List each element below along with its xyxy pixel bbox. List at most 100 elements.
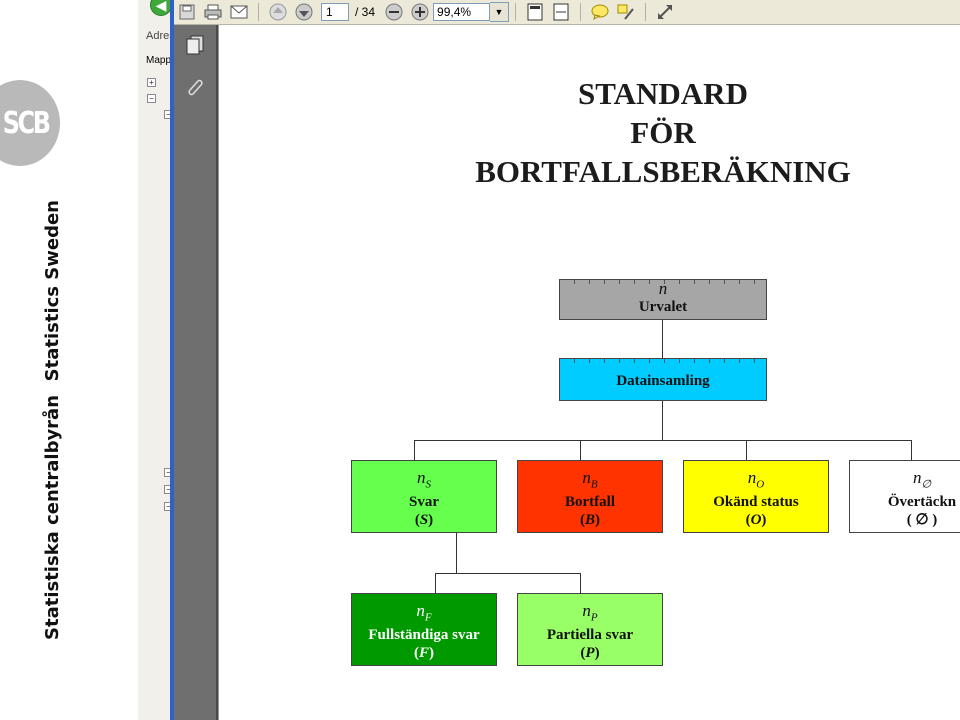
- box-tick-mark: [664, 359, 665, 363]
- connector-line: [580, 573, 581, 593]
- email-icon[interactable]: [229, 3, 249, 21]
- box-tick-mark: [709, 280, 710, 284]
- connector-line: [435, 573, 436, 593]
- box-tick-mark: [754, 359, 755, 363]
- node-code: (S): [414, 512, 434, 529]
- box-tick-mark: [619, 359, 620, 363]
- node-symbol: n: [658, 279, 668, 298]
- node-label: Bortfall: [565, 494, 615, 511]
- zoom-in-icon[interactable]: [410, 3, 430, 21]
- highlight-icon[interactable]: [616, 3, 636, 21]
- connector-line: [662, 401, 663, 440]
- box-tick-mark: [739, 359, 740, 363]
- node-data-collection: Datainsamling: [559, 358, 767, 401]
- tree-collapse-icon[interactable]: −: [147, 94, 156, 103]
- box-tick-mark: [724, 359, 725, 363]
- connector-line: [911, 440, 912, 460]
- scb-logo: SCB: [0, 80, 60, 166]
- box-tick-mark: [634, 359, 635, 363]
- title-line-2: FÖR: [630, 115, 696, 150]
- connector-line: [746, 440, 747, 460]
- node-overcoverage: n∅ Övertäckn ( ∅ ): [849, 460, 960, 533]
- node-code: (O): [745, 512, 767, 529]
- node-response: nS Svar (S): [351, 460, 497, 533]
- org-name-vertical: Statistiska centralbyrån Statistics Swed…: [42, 200, 63, 640]
- tree-expand-icon[interactable]: +: [147, 78, 156, 87]
- connector-line: [414, 440, 912, 441]
- node-code: ( ∅ ): [906, 512, 938, 529]
- box-tick-mark: [724, 280, 725, 284]
- box-tick-mark: [589, 359, 590, 363]
- scb-logo-text: SCB: [2, 105, 51, 141]
- node-label: Urvalet: [638, 299, 688, 315]
- print-icon[interactable]: [203, 3, 223, 21]
- comment-icon[interactable]: [590, 3, 610, 21]
- box-tick-mark: [649, 280, 650, 284]
- connector-line: [435, 573, 580, 574]
- reader-toolbar: 1 / 34 99,4% ▼: [174, 0, 960, 25]
- box-tick-mark: [694, 359, 695, 363]
- box-tick-mark: [739, 280, 740, 284]
- node-symbol: nB: [582, 468, 598, 491]
- box-tick-mark: [604, 359, 605, 363]
- node-label: Svar: [409, 494, 439, 511]
- fit-page-icon[interactable]: [525, 3, 545, 21]
- save-icon[interactable]: [177, 3, 197, 21]
- fit-width-icon[interactable]: [551, 3, 571, 21]
- box-tick-mark: [619, 280, 620, 284]
- prev-page-icon[interactable]: [268, 3, 288, 21]
- node-symbol: nF: [416, 601, 432, 624]
- chevron-down-icon[interactable]: ▼: [490, 2, 510, 22]
- box-tick-mark: [709, 359, 710, 363]
- box-tick-mark: [574, 359, 575, 363]
- explorer-window-strip: [138, 0, 173, 720]
- node-sample: n Urvalet: [559, 279, 767, 320]
- node-full-response: nF Fullständiga svar (F): [351, 593, 497, 666]
- pages-panel-icon[interactable]: [186, 35, 204, 55]
- node-code: (F): [413, 645, 434, 662]
- next-page-icon[interactable]: [294, 3, 314, 21]
- folders-label: Mapp: [146, 55, 172, 66]
- box-tick-mark: [649, 359, 650, 363]
- node-code: (P): [580, 645, 600, 662]
- node-label: Datainsamling: [616, 373, 710, 389]
- connector-line: [580, 440, 581, 460]
- node-symbol: n∅: [912, 468, 932, 491]
- box-tick-mark: [634, 280, 635, 284]
- page-number-input[interactable]: 1: [321, 3, 349, 21]
- node-label: Övertäckn: [887, 494, 957, 511]
- box-tick-mark: [754, 280, 755, 284]
- box-tick-mark: [589, 280, 590, 284]
- toolbar-separator: [258, 3, 259, 21]
- node-label: Partiella svar: [546, 627, 634, 644]
- navigation-pane: [174, 25, 218, 720]
- node-symbol: nO: [747, 468, 765, 491]
- title-line-3: BORTFALLSBERÄKNING: [475, 154, 851, 189]
- box-tick-mark: [664, 280, 665, 284]
- org-name-swedish: Statistiska centralbyrån: [42, 394, 63, 640]
- node-symbol: nP: [582, 601, 598, 624]
- connector-line: [662, 320, 663, 358]
- box-tick-mark: [679, 359, 680, 363]
- zoom-out-icon[interactable]: [384, 3, 404, 21]
- title-line-1: STANDARD: [578, 76, 748, 111]
- zoom-level-field[interactable]: 99,4%: [433, 3, 491, 21]
- connector-line: [414, 440, 415, 460]
- box-tick-mark: [694, 280, 695, 284]
- node-partial-response: nP Partiella svar (P): [517, 593, 663, 666]
- expand-icon[interactable]: [655, 3, 675, 21]
- box-tick-mark: [604, 280, 605, 284]
- toolbar-separator: [580, 3, 582, 21]
- attachments-panel-icon[interactable]: [186, 77, 204, 99]
- document-title: STANDARD FÖR BORTFALLSBERÄKNING: [218, 74, 960, 191]
- node-unknown-status: nO Okänd status (O): [683, 460, 829, 533]
- box-tick-mark: [679, 280, 680, 284]
- node-symbol: nS: [417, 468, 431, 491]
- node-code: (B): [579, 512, 600, 529]
- branding-band: SCB Statistiska centralbyrån Statistics …: [0, 0, 138, 720]
- page-total-label: / 34: [355, 5, 376, 19]
- connector-line: [456, 533, 457, 573]
- node-nonresponse: nB Bortfall (B): [517, 460, 663, 533]
- toolbar-separator: [645, 3, 647, 21]
- node-label: Fullständiga svar: [368, 627, 480, 644]
